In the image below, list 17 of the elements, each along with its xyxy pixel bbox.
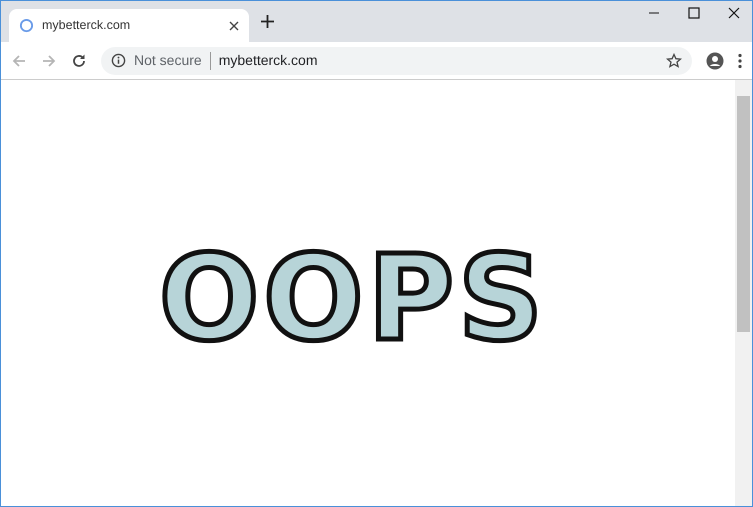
reload-button[interactable] xyxy=(71,52,87,68)
close-icon[interactable] xyxy=(728,7,740,19)
address-bar[interactable]: Not secure mybetterck.com xyxy=(101,46,692,74)
scrollbar[interactable] xyxy=(735,80,752,506)
menu-icon[interactable] xyxy=(738,52,742,68)
url-text: mybetterck.com xyxy=(218,51,319,70)
info-icon[interactable] xyxy=(111,53,126,68)
tab-title: mybetterck.com xyxy=(42,17,132,34)
close-icon[interactable] xyxy=(229,20,239,30)
star-icon[interactable] xyxy=(666,52,682,68)
loading-icon xyxy=(19,18,34,33)
maximize-icon[interactable] xyxy=(688,7,700,19)
new-tab-icon[interactable] xyxy=(261,14,274,28)
account-icon[interactable] xyxy=(706,52,724,70)
security-label: Not secure xyxy=(134,51,202,70)
oops-heading: OOPS xyxy=(158,228,548,368)
browser-tab[interactable]: mybetterck.com xyxy=(9,9,249,42)
